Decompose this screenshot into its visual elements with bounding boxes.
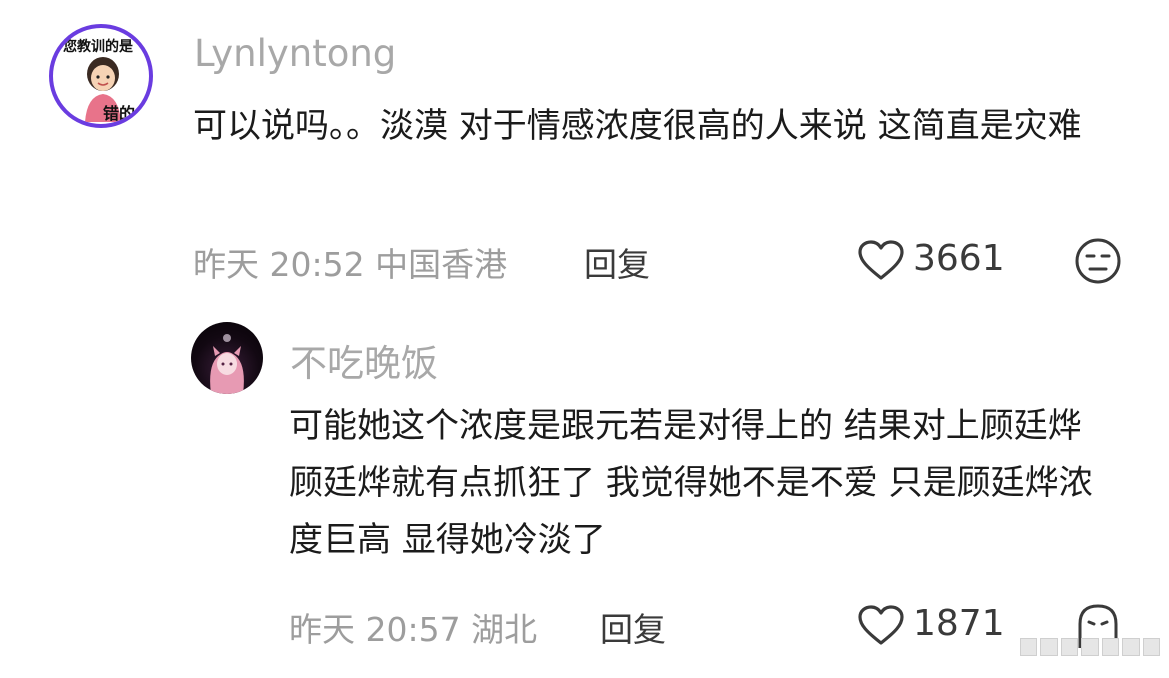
- watermark-strip: [1020, 638, 1160, 656]
- reply-button[interactable]: 回复: [584, 238, 650, 286]
- comment-meta: 昨天 20:57 湖北: [289, 603, 537, 651]
- reply-button[interactable]: 回复: [600, 603, 666, 651]
- like-count: 1871: [913, 603, 1005, 644]
- heart-icon[interactable]: [857, 604, 905, 646]
- comment-text: 可能她这个浓度是跟元若是对得上的 结果对上顾廷烨 顾廷烨就有点抓狂了 我觉得她不…: [289, 406, 1093, 560]
- like-count: 3661: [913, 238, 1005, 279]
- avatar-illustration-icon: [210, 334, 244, 394]
- comment-meta: 昨天 20:52 中国香港: [193, 238, 507, 286]
- heart-icon[interactable]: [857, 239, 905, 281]
- username[interactable]: 不吃晚饭: [290, 333, 438, 387]
- timestamp: 昨天 20:57: [289, 610, 461, 649]
- timestamp: 昨天 20:52: [193, 245, 365, 284]
- meh-face-icon[interactable]: [1074, 237, 1122, 285]
- username[interactable]: Lynlyntong: [194, 32, 396, 75]
- avatar[interactable]: 您教训的是 错的: [49, 24, 153, 128]
- avatar-caption: 错的: [103, 104, 136, 123]
- avatar[interactable]: [191, 322, 263, 394]
- location: 中国香港: [375, 245, 508, 284]
- comment-text: 可以说吗。。淡漠 对于情感浓度很高的人来说 这简直是灾难: [193, 106, 1082, 146]
- location: 湖北: [471, 610, 538, 649]
